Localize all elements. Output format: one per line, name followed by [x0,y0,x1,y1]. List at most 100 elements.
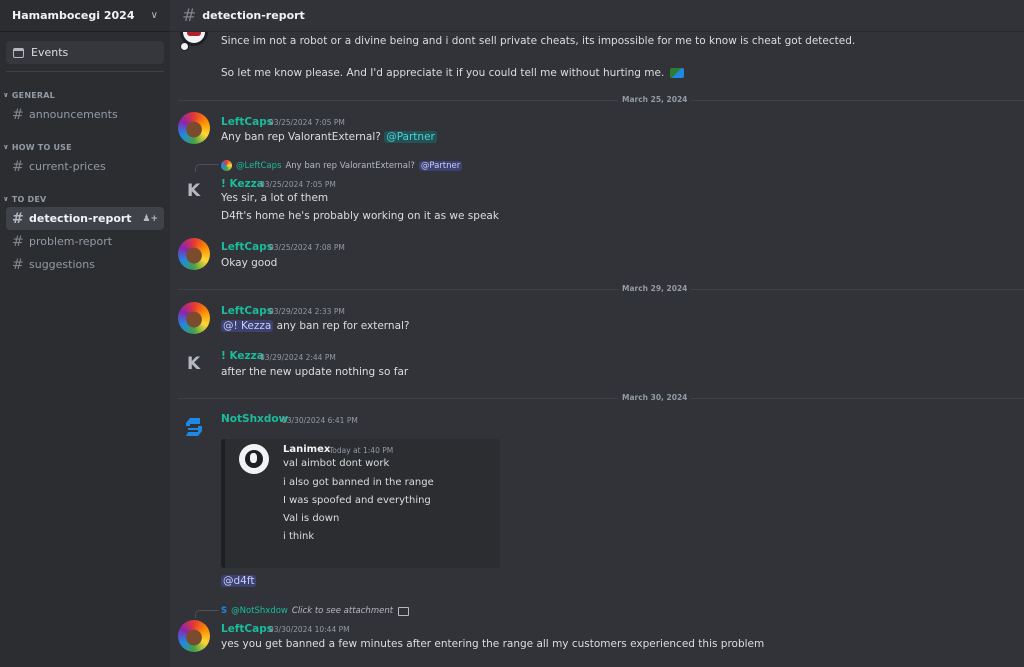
avatar[interactable]: K [178,348,210,380]
channel-problem-report[interactable]: # problem-report [6,230,164,253]
embed-line: I was spoofed and everything [283,495,431,506]
events-button[interactable]: Events [6,41,164,64]
message-list[interactable]: Since im not a robot or a divine being a… [170,32,1024,667]
date-divider-label: March 29, 2024 [618,284,692,293]
category-how-to-use[interactable]: ∨ HOW TO USE [0,139,170,155]
channel-label: current-prices [29,160,106,173]
timestamp: 03/30/2024 10:44 PM [269,625,350,634]
avatar [239,444,269,474]
events-label: Events [31,46,69,59]
reply-preview[interactable]: S @NotShxdow Click to see attachment [195,606,410,618]
image-icon [398,606,410,616]
avatar[interactable] [178,112,210,144]
author-name[interactable]: LeftCaps [221,241,273,253]
embed-author[interactable]: Lanimex [283,444,330,455]
caret-down-icon: ∨ [3,195,9,203]
server-header[interactable]: Hamambocegi 2024 ∨ [0,0,170,32]
calendar-icon [13,47,24,58]
embed-line: val aimbot dont work [283,458,390,469]
reply-author[interactable]: @LeftCaps [236,161,281,171]
reply-author[interactable]: @NotShxdow [231,606,288,616]
message-text: @! Kezza any ban rep for external? [221,320,410,332]
category-to-dev[interactable]: ∨ TO DEV [0,191,170,207]
add-member-icon[interactable]: ♟+ [142,214,158,224]
reply-preview[interactable]: @LeftCaps Any ban rep ValorantExternal? … [195,160,463,172]
kezza-logo-icon: K [187,354,201,374]
timestamp: 03/29/2024 2:44 PM [260,353,336,362]
reply-text[interactable]: Click to see attachment [292,606,393,616]
hashtag-icon: # [182,5,197,26]
hashtag-icon: # [12,256,24,273]
timestamp: 03/30/2024 6:41 PM [282,416,358,425]
badge-icon [180,42,189,51]
author-name[interactable]: NotShxdow [221,413,288,425]
timestamp: 03/29/2024 2:33 PM [269,307,345,316]
message-text: Yes sir, a lot of them [221,192,329,204]
avatar[interactable] [178,620,210,652]
notshxdow-mini-icon: S [221,606,228,616]
message-text: after the new update nothing so far [221,366,409,378]
channel-label: detection-report [29,212,132,225]
channel-label: suggestions [29,258,95,271]
timestamp: 03/25/2024 7:05 PM [269,118,345,127]
date-divider-label: March 25, 2024 [618,95,692,104]
reply-text: Any ban rep ValorantExternal? [285,160,415,171]
channel-announcements[interactable]: # announcements [6,103,164,126]
user-mention[interactable]: @d4ft [221,575,257,587]
channel-suggestions[interactable]: # suggestions [6,253,164,276]
channel-label: announcements [29,108,118,121]
hashtag-icon: # [12,210,24,227]
chat-area: # detection-report Since im not a robot … [170,0,1024,667]
author-name[interactable]: LeftCaps [221,116,273,128]
user-mention[interactable]: @! Kezza [221,320,274,332]
hashtag-icon: # [12,106,24,123]
hashtag-icon: # [12,158,24,175]
author-name[interactable]: ! Kezza [221,350,264,362]
author-name[interactable]: LeftCaps [221,305,273,317]
author-name[interactable]: LeftCaps [221,623,273,635]
role-mention[interactable]: @Partner [418,160,463,171]
channel-header: # detection-report [170,0,1024,32]
message-text: Since im not a robot or a divine being a… [221,35,856,47]
channel-sidebar: Hamambocegi 2024 ∨ Events ∨ GENERAL # an… [0,0,170,667]
channel-label: problem-report [29,235,113,248]
flag-emoji-icon [669,68,684,78]
category-label: TO DEV [11,194,47,204]
timestamp: 03/25/2024 7:08 PM [269,243,345,252]
message-text-content: So let me know please. And I'd appreciat… [221,67,665,79]
avatar[interactable] [178,302,210,334]
message-text: Okay good [221,257,278,269]
avatar[interactable] [178,238,210,270]
channel-title: detection-report [202,9,305,22]
kezza-logo-icon: K [187,181,201,201]
date-divider: March 29, 2024 [178,284,1024,293]
avatar[interactable]: K [178,175,210,207]
message-text: @d4ft [221,575,257,587]
embed-line: i also got banned in the range [283,477,434,488]
timestamp: 03/25/2024 7:05 PM [260,180,336,189]
channel-current-prices[interactable]: # current-prices [6,155,164,178]
embed-timestamp: Today at 1:40 PM [329,446,394,455]
author-name[interactable]: ! Kezza [221,178,264,190]
reply-spine [195,610,219,618]
channel-detection-report[interactable]: # detection-report ♟+ [6,207,164,230]
avatar [221,160,232,171]
date-divider: March 25, 2024 [178,95,1024,104]
divider [6,71,164,72]
category-general[interactable]: ∨ GENERAL [0,87,170,103]
caret-down-icon: ∨ [3,91,9,99]
hashtag-icon: # [12,233,24,250]
message-text: Any ban rep ValorantExternal? @Partner [221,131,437,143]
role-mention[interactable]: @Partner [384,131,437,143]
message-text: yes you get banned a few minutes after e… [221,638,765,650]
message-text-content: any ban rep for external? [276,320,410,332]
embed-line: Val is down [283,513,340,524]
category-label: GENERAL [11,90,55,100]
reply-spine [195,164,219,172]
server-name: Hamambocegi 2024 [12,9,135,22]
message-text: So let me know please. And I'd appreciat… [221,67,684,79]
caret-down-icon: ∨ [3,143,9,151]
quoted-message-embed[interactable]: Lanimex Today at 1:40 PM val aimbot dont… [221,439,500,568]
notshxdow-logo-icon[interactable] [184,416,204,438]
chevron-down-icon[interactable]: ∨ [151,10,158,21]
